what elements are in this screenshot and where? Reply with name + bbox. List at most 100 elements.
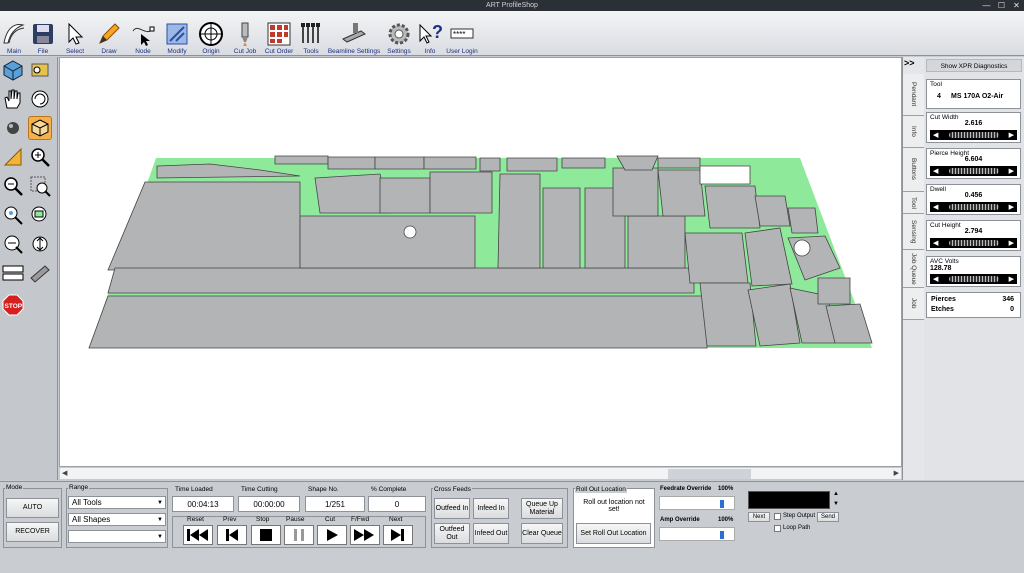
spin-down-icon[interactable]: ▼ <box>833 501 839 507</box>
zoom-extents-icon[interactable] <box>1 203 25 227</box>
tool-range-select[interactable]: All Tools ▼ <box>68 496 166 509</box>
box-view-icon[interactable] <box>28 116 52 140</box>
rotate-view-icon[interactable] <box>28 87 52 111</box>
scroll-left-arrow-icon[interactable]: ◀ <box>62 468 67 480</box>
tab-job[interactable]: Job <box>903 288 924 320</box>
amp-slider[interactable] <box>659 527 735 541</box>
loop-path-checkbox[interactable] <box>774 525 781 532</box>
increase-arrow-icon[interactable]: ▶ <box>1009 167 1014 175</box>
toolbar-draw[interactable]: Draw <box>92 11 126 55</box>
slider-knob[interactable] <box>948 168 999 174</box>
slider-knob[interactable] <box>948 132 999 138</box>
tab-sensing[interactable]: Sensing <box>903 214 924 250</box>
third-range-select[interactable]: ▼ <box>68 530 166 543</box>
feedrate-slider[interactable] <box>659 496 735 510</box>
cut-width-slider[interactable]: ◀ ▶ <box>930 130 1017 140</box>
toolbar-cut-job[interactable]: Cut Job <box>228 11 262 55</box>
ffwd-button[interactable] <box>350 525 380 545</box>
toolbar-origin[interactable]: Origin <box>194 11 228 55</box>
next-step-button[interactable]: Next <box>748 512 770 522</box>
plate-edge-icon[interactable] <box>28 261 52 285</box>
toolbar-node[interactable]: Node <box>126 11 160 55</box>
nest-drawing[interactable] <box>60 58 903 468</box>
cut-button[interactable] <box>317 525 347 545</box>
pan-hand-icon[interactable] <box>1 87 25 111</box>
set-roll-out-location-button[interactable]: Set Roll Out Location <box>576 523 651 544</box>
next-button[interactable] <box>383 525 413 545</box>
expand-panel-button[interactable]: >> <box>904 58 915 68</box>
outfeed-in-button[interactable]: Outfeed In <box>434 498 470 519</box>
zoom-in-icon[interactable] <box>28 145 52 169</box>
decrease-arrow-icon[interactable]: ◀ <box>933 167 938 175</box>
close-button[interactable]: ✕ <box>1009 0 1024 11</box>
minimize-button[interactable]: — <box>979 0 994 11</box>
decrease-arrow-icon[interactable]: ◀ <box>933 131 938 139</box>
clear-queue-button[interactable]: Clear Queue <box>521 523 563 544</box>
shaded-sphere-icon[interactable] <box>1 116 25 140</box>
pause-button[interactable] <box>284 525 314 545</box>
decrease-arrow-icon[interactable]: ◀ <box>933 239 938 247</box>
zoom-out-icon[interactable] <box>1 174 25 198</box>
toolbar-file[interactable]: File <box>28 11 58 55</box>
increase-arrow-icon[interactable]: ▶ <box>1009 275 1014 283</box>
slider-knob[interactable] <box>948 276 999 282</box>
measure-angle-icon[interactable] <box>1 145 25 169</box>
3d-view-cube-icon[interactable] <box>1 58 25 82</box>
zoom-vertical-icon[interactable] <box>28 232 52 256</box>
queue-up-material-button[interactable]: Queue Up Material <box>521 498 563 519</box>
keyboard-icon[interactable] <box>1 261 25 285</box>
infeed-in-button[interactable]: Infeed In <box>473 498 509 519</box>
avc-volts-slider[interactable]: ◀ ▶ <box>930 274 1017 284</box>
zoom-previous-icon[interactable] <box>1 232 25 256</box>
toolbar-info[interactable]: ? Info <box>416 11 444 55</box>
zoom-window-icon[interactable] <box>28 174 52 198</box>
slider-thumb[interactable] <box>719 531 724 539</box>
horizontal-scrollbar[interactable]: ◀ ▶ <box>59 467 902 480</box>
show-xpr-diagnostics-button[interactable]: Show XPR Diagnostics <box>926 59 1022 72</box>
auto-button[interactable]: AUTO <box>6 498 59 518</box>
toolbar-main[interactable]: Main <box>0 11 28 55</box>
scroll-right-arrow-icon[interactable]: ▶ <box>894 468 899 480</box>
toolbar-user-login[interactable]: **** User Login <box>444 11 480 55</box>
slider-knob[interactable] <box>948 240 999 246</box>
rewind-to-start-icon <box>187 529 208 541</box>
toolbar-cut-order[interactable]: Cut Order <box>262 11 296 55</box>
tab-pendant[interactable]: Pendant <box>903 74 924 116</box>
increase-arrow-icon[interactable]: ▶ <box>1009 131 1014 139</box>
cut-height-slider[interactable]: ◀ ▶ <box>930 238 1017 248</box>
toolbar-beamline-settings[interactable]: Beamline Settings <box>326 11 382 55</box>
decrease-arrow-icon[interactable]: ◀ <box>933 275 938 283</box>
send-button[interactable]: Send <box>817 512 839 522</box>
dwell-slider[interactable]: ◀ ▶ <box>930 202 1017 212</box>
tab-job-queue[interactable]: Job Queue <box>903 250 924 288</box>
svg-text:****: **** <box>453 30 465 39</box>
slider-thumb[interactable] <box>719 500 724 508</box>
tab-buttons[interactable]: Buttons <box>903 148 924 192</box>
slider-knob[interactable] <box>948 204 999 210</box>
nest-viewport[interactable] <box>59 57 902 467</box>
toolbar-select[interactable]: Select <box>58 11 92 55</box>
scroll-thumb[interactable] <box>668 469 751 479</box>
stop-button[interactable] <box>251 525 281 545</box>
infeed-out-button[interactable]: Infeed Out <box>473 523 509 544</box>
toolbar-tools[interactable]: Tools <box>296 11 326 55</box>
prev-button[interactable] <box>217 525 247 545</box>
toolbar-settings[interactable]: Settings <box>382 11 416 55</box>
recover-button[interactable]: RECOVER <box>6 522 59 542</box>
spin-up-icon[interactable]: ▲ <box>833 491 839 497</box>
maximize-button[interactable]: ☐ <box>994 0 1009 11</box>
tab-info[interactable]: Info <box>903 116 924 148</box>
zoom-fit-icon[interactable] <box>28 203 52 227</box>
shape-range-select[interactable]: All Shapes ▼ <box>68 513 166 526</box>
stop-sign-icon[interactable]: STOP <box>1 293 25 317</box>
step-output-checkbox[interactable] <box>774 513 781 520</box>
decrease-arrow-icon[interactable]: ◀ <box>933 203 938 211</box>
increase-arrow-icon[interactable]: ▶ <box>1009 203 1014 211</box>
outfeed-out-button[interactable]: Outfeed Out <box>434 523 470 544</box>
view-eye-icon[interactable] <box>28 58 52 82</box>
increase-arrow-icon[interactable]: ▶ <box>1009 239 1014 247</box>
toolbar-modify[interactable]: Modify <box>160 11 194 55</box>
tab-tool[interactable]: Tool <box>903 192 924 214</box>
pierce-height-slider[interactable]: ◀ ▶ <box>930 166 1017 176</box>
reset-button[interactable] <box>183 525 213 545</box>
